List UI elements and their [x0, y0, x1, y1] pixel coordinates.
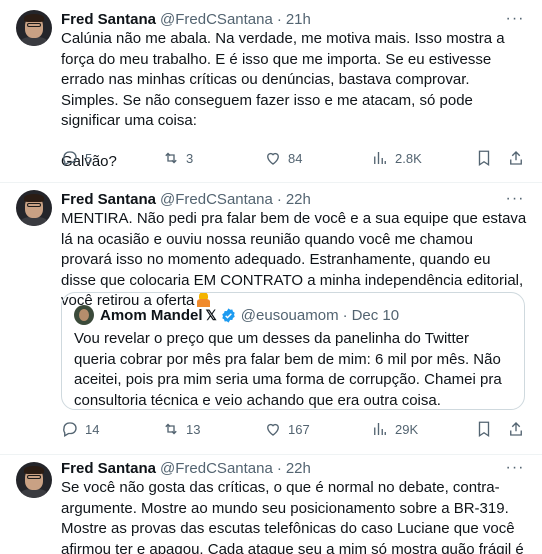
- views-count: 29K: [395, 421, 419, 437]
- share-icon: [510, 151, 522, 165]
- tweet-text: Se você não gosta das críticas, o que é …: [61, 479, 524, 554]
- like-icon: [267, 423, 279, 436]
- separator-dot: ·: [276, 459, 282, 477]
- retweet-count: 3: [186, 150, 194, 166]
- views-button[interactable]: 2.8K: [371, 148, 422, 168]
- like-count: 84: [288, 150, 303, 166]
- author-name[interactable]: Fred Santana: [61, 460, 156, 477]
- verified-badge-icon: [222, 307, 235, 323]
- x-affiliate-icon: 𝕏: [205, 306, 217, 323]
- quote-text: Vou revelar o preço que um desses da pan…: [74, 330, 502, 409]
- like-button[interactable]: 84: [264, 148, 302, 168]
- reply-button[interactable]: 5: [61, 148, 92, 168]
- retweet-button[interactable]: 3: [162, 148, 193, 168]
- retweet-button[interactable]: 13: [162, 419, 200, 439]
- quote-timestamp[interactable]: Dec 10: [352, 307, 400, 324]
- avatar[interactable]: [16, 10, 52, 46]
- share-button[interactable]: [507, 419, 525, 439]
- separator-dot: ·: [276, 10, 282, 28]
- retweet-count: 13: [186, 421, 201, 437]
- views-button[interactable]: 29K: [371, 419, 418, 439]
- tweet[interactable]: Fred Santana @FredCSantana · 22h ··· Se …: [0, 454, 542, 554]
- more-icon[interactable]: ···: [506, 459, 524, 477]
- avatar[interactable]: [16, 462, 52, 498]
- more-icon[interactable]: ···: [506, 190, 524, 208]
- views-icon: [374, 423, 386, 435]
- timestamp[interactable]: 22h: [286, 460, 311, 477]
- author-handle[interactable]: @FredCSantana: [160, 11, 273, 28]
- retweet-icon: [165, 423, 177, 435]
- author-name[interactable]: Fred Santana: [61, 11, 156, 28]
- tweet[interactable]: Fred Santana @FredCSantana · 22h ··· MEN…: [0, 182, 542, 454]
- bookmark-icon: [478, 421, 490, 438]
- quote-header: Amom Mandel 𝕏 @eusouamom · Dec 10: [100, 305, 399, 325]
- tweet-actions: 14 13 167 29K: [61, 419, 527, 439]
- share-icon: [510, 422, 522, 436]
- quote-avatar[interactable]: [74, 305, 94, 325]
- reply-button[interactable]: 14: [61, 419, 99, 439]
- reply-count: 14: [85, 421, 100, 437]
- quoted-tweet[interactable]: Amom Mandel 𝕏 @eusouamom · Dec 10 Vou re…: [61, 292, 525, 410]
- avatar[interactable]: [16, 190, 52, 226]
- tweet-actions: 5 3 84 2.8K: [61, 148, 527, 168]
- quote-author-handle[interactable]: @eusouamom: [241, 307, 339, 324]
- author-name[interactable]: Fred Santana: [61, 191, 156, 208]
- author-handle[interactable]: @FredCSantana: [160, 191, 273, 208]
- tweet-header: Fred Santana @FredCSantana · 22h: [61, 189, 311, 209]
- author-handle[interactable]: @FredCSantana: [160, 460, 273, 477]
- separator-dot: ·: [276, 190, 282, 208]
- share-button[interactable]: [507, 148, 525, 168]
- separator-dot: ·: [342, 306, 348, 324]
- bookmark-button[interactable]: [475, 148, 493, 168]
- timestamp[interactable]: 22h: [286, 191, 311, 208]
- tweet[interactable]: Fred Santana @FredCSantana · 21h ··· Cal…: [0, 0, 542, 182]
- like-icon: [267, 152, 279, 165]
- bookmark-button[interactable]: [475, 419, 493, 439]
- tweet-header: Fred Santana @FredCSantana · 21h: [61, 9, 311, 29]
- reply-count: 5: [85, 150, 93, 166]
- like-count: 167: [288, 421, 310, 437]
- retweet-icon: [165, 152, 177, 164]
- views-icon: [374, 152, 386, 164]
- like-button[interactable]: 167: [264, 419, 310, 439]
- more-icon[interactable]: ···: [506, 10, 524, 28]
- bookmark-icon: [478, 150, 490, 167]
- timestamp[interactable]: 21h: [286, 11, 311, 28]
- views-count: 2.8K: [395, 150, 422, 166]
- quote-author-name[interactable]: Amom Mandel: [100, 307, 203, 324]
- reply-icon: [63, 151, 77, 166]
- tweet-header: Fred Santana @FredCSantana · 22h: [61, 458, 311, 478]
- reply-icon: [63, 422, 77, 437]
